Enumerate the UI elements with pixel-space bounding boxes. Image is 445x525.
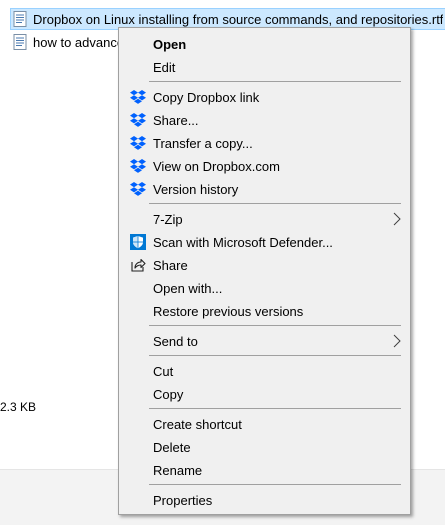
file-name: Dropbox on Linux installing from source … xyxy=(33,11,444,27)
menu-separator xyxy=(149,484,401,485)
menu-item-copy-dropbox-link[interactable]: Copy Dropbox link xyxy=(121,86,408,108)
menu-item-7zip[interactable]: 7-Zip xyxy=(121,208,408,230)
document-icon xyxy=(13,34,27,50)
menu-item-label: Share xyxy=(153,257,188,273)
menu-separator xyxy=(149,325,401,326)
menu-item-cut[interactable]: Cut xyxy=(121,360,408,382)
menu-item-label: Edit xyxy=(153,59,176,75)
menu-item-label: Copy xyxy=(153,386,184,402)
menu-item-rename[interactable]: Rename xyxy=(121,459,408,481)
menu-item-label: 7-Zip xyxy=(153,211,183,227)
menu-item-restore-previous[interactable]: Restore previous versions xyxy=(121,300,408,322)
document-icon xyxy=(13,11,27,27)
menu-separator xyxy=(149,408,401,409)
menu-item-edit[interactable]: Edit xyxy=(121,56,408,78)
menu-item-label: Restore previous versions xyxy=(153,303,304,319)
context-menu: Open Edit Copy Dropbox link Share... Tra… xyxy=(118,27,411,515)
menu-item-open[interactable]: Open xyxy=(121,33,408,55)
menu-item-dropbox-share[interactable]: Share... xyxy=(121,109,408,131)
menu-item-properties[interactable]: Properties xyxy=(121,489,408,511)
menu-item-label: Transfer a copy... xyxy=(153,135,253,151)
menu-item-transfer-copy[interactable]: Transfer a copy... xyxy=(121,132,408,154)
menu-item-label: Open with... xyxy=(153,280,223,296)
menu-item-open-with[interactable]: Open with... xyxy=(121,277,408,299)
dropbox-icon xyxy=(130,182,146,196)
menu-item-label: Send to xyxy=(153,333,198,349)
menu-item-label: View on Dropbox.com xyxy=(153,158,280,174)
defender-shield-icon xyxy=(130,234,146,250)
dropbox-icon xyxy=(130,113,146,127)
chevron-right-icon xyxy=(393,212,401,226)
menu-item-label: Rename xyxy=(153,462,203,478)
menu-item-scan-defender[interactable]: Scan with Microsoft Defender... xyxy=(121,231,408,253)
menu-item-label: Scan with Microsoft Defender... xyxy=(153,234,333,250)
menu-item-label: Share... xyxy=(153,112,199,128)
menu-item-label: Properties xyxy=(153,492,213,508)
menu-item-label: Delete xyxy=(153,439,191,455)
menu-item-label: Cut xyxy=(153,363,174,379)
share-icon xyxy=(131,258,146,272)
dropbox-icon xyxy=(130,136,146,150)
menu-item-delete[interactable]: Delete xyxy=(121,436,408,458)
menu-separator xyxy=(149,203,401,204)
menu-item-label: Version history xyxy=(153,181,239,197)
file-name: how to advanced xyxy=(33,34,132,50)
menu-item-create-shortcut[interactable]: Create shortcut xyxy=(121,413,408,435)
file-size-text: 2.3 KB xyxy=(0,400,37,414)
menu-item-label: Copy Dropbox link xyxy=(153,89,260,105)
menu-separator xyxy=(149,355,401,356)
dropbox-icon xyxy=(130,90,146,104)
menu-item-label: Open xyxy=(153,36,187,52)
menu-separator xyxy=(149,81,401,82)
dropbox-icon xyxy=(130,159,146,173)
menu-item-send-to[interactable]: Send to xyxy=(121,330,408,352)
menu-item-label: Create shortcut xyxy=(153,416,242,432)
chevron-right-icon xyxy=(393,334,401,348)
menu-item-version-history[interactable]: Version history xyxy=(121,178,408,200)
menu-item-view-on-dropbox[interactable]: View on Dropbox.com xyxy=(121,155,408,177)
menu-item-copy[interactable]: Copy xyxy=(121,383,408,405)
menu-item-share[interactable]: Share xyxy=(121,254,408,276)
